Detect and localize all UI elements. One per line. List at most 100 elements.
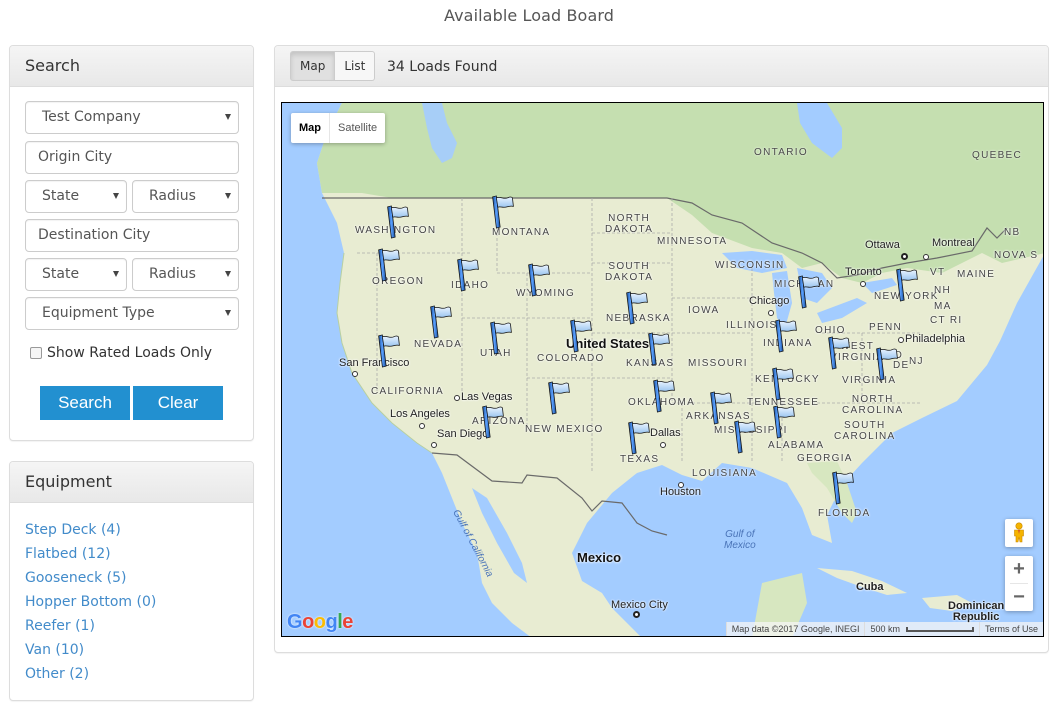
- company-select-value: Test Company: [42, 109, 141, 125]
- map-label-georgia: GEORGIA: [797, 453, 853, 464]
- equipment-link-van[interactable]: Van (10): [25, 638, 156, 662]
- list-view-button[interactable]: List: [335, 51, 376, 81]
- chevron-down-icon: [225, 114, 231, 120]
- load-marker-flag-icon[interactable]: [490, 195, 516, 229]
- load-marker-flag-icon[interactable]: [732, 420, 758, 454]
- origin-state-select[interactable]: State: [25, 180, 127, 213]
- map-label-new-mexico: NEW MEXICO: [525, 424, 604, 435]
- zoom-control: + −: [1005, 556, 1033, 611]
- city-marker-philadelphia: [898, 337, 904, 343]
- load-marker-flag-icon[interactable]: [376, 334, 402, 368]
- equipment-link-hopper-bottom[interactable]: Hopper Bottom (0): [25, 590, 156, 614]
- map-label-nevada: NEVADA: [414, 339, 463, 350]
- load-marker-flag-icon[interactable]: [455, 258, 481, 292]
- map-type-control: Map Satellite: [291, 113, 386, 143]
- equipment-link-gooseneck[interactable]: Gooseneck (5): [25, 566, 156, 590]
- view-toggle: Map List: [290, 51, 376, 81]
- map-label-chicago: Chicago: [749, 295, 790, 307]
- load-marker-flag-icon[interactable]: [646, 332, 672, 366]
- map-type-map-button[interactable]: Map: [291, 113, 330, 143]
- destination-city-input[interactable]: Destination City: [25, 219, 239, 252]
- equipment-link-flatbed[interactable]: Flatbed (12): [25, 542, 156, 566]
- map-label-ohio: OHIO: [815, 325, 846, 336]
- map-label-ontario: ONTARIO: [754, 147, 808, 158]
- load-marker-flag-icon[interactable]: [428, 305, 454, 339]
- city-marker-chicago: [768, 310, 774, 316]
- map-label-ct-ri: CT RI: [930, 315, 963, 326]
- load-marker-flag-icon[interactable]: [546, 381, 572, 415]
- load-marker-flag-icon[interactable]: [826, 336, 852, 370]
- search-button[interactable]: Search: [40, 386, 130, 420]
- capital-marker-ottawa: [901, 253, 908, 260]
- map-label-los-angeles: Los Angeles: [390, 408, 450, 420]
- destination-city-placeholder: Destination City: [38, 227, 151, 243]
- map-label-iowa: IOWA: [688, 305, 720, 316]
- google-logo: Google: [287, 611, 353, 633]
- map-label-montreal: Montreal: [932, 237, 975, 249]
- equipment-link-reefer[interactable]: Reefer (1): [25, 614, 156, 638]
- equipment-panel: Equipment Step Deck (4) Flatbed (12) Goo…: [9, 461, 254, 701]
- map-label-philadelphia: Philadelphia: [905, 333, 965, 345]
- map-canvas[interactable]: ONTARIO QUEBEC WASHINGTON MONTANA NORTH D…: [281, 102, 1044, 637]
- map-label-minnesota: MINNESOTA: [657, 236, 728, 247]
- load-marker-flag-icon[interactable]: [651, 379, 677, 413]
- company-select[interactable]: Test Company: [25, 101, 239, 134]
- load-marker-flag-icon[interactable]: [568, 319, 594, 353]
- map-label-quebec: QUEBEC: [972, 150, 1023, 161]
- street-view-button[interactable]: [1005, 519, 1033, 547]
- zoom-out-button[interactable]: −: [1005, 584, 1033, 611]
- loads-found-count: 34 Loads Found: [387, 59, 498, 75]
- terms-of-use-link[interactable]: Terms of Use: [978, 622, 1043, 636]
- map-label-cuba: Cuba: [856, 581, 884, 593]
- map-label-las-vegas: Las Vegas: [461, 391, 513, 403]
- map-label-north-carolina: NORTH CAROLINA: [842, 394, 904, 416]
- city-marker-los-angeles: [419, 423, 425, 429]
- chevron-down-icon: [225, 193, 231, 199]
- equipment-link-step-deck[interactable]: Step Deck (4): [25, 518, 156, 542]
- load-marker-flag-icon[interactable]: [770, 367, 796, 401]
- origin-radius-select[interactable]: Radius: [132, 180, 239, 213]
- load-marker-flag-icon[interactable]: [773, 319, 799, 353]
- map-label-california: CALIFORNIA: [371, 386, 445, 397]
- city-marker-houston: [678, 482, 684, 488]
- destination-radius-value: Radius: [149, 266, 196, 282]
- equipment-link-other[interactable]: Other (2): [25, 662, 156, 686]
- map-scale[interactable]: 500 km: [864, 622, 979, 636]
- load-marker-flag-icon[interactable]: [894, 268, 920, 302]
- map-label-toronto: Toronto: [845, 266, 882, 278]
- clear-button[interactable]: Clear: [133, 386, 223, 420]
- destination-state-select[interactable]: State: [25, 258, 127, 291]
- map-label-florida: FLORIDA: [818, 508, 871, 519]
- destination-radius-select[interactable]: Radius: [132, 258, 239, 291]
- load-marker-flag-icon[interactable]: [488, 321, 514, 355]
- map-data-attribution: Map data ©2017 Google, INEGI: [725, 622, 865, 636]
- city-marker-toronto: [860, 281, 866, 287]
- map-label-north-dakota: NORTH DAKOTA: [605, 213, 654, 235]
- rated-loads-checkbox[interactable]: [30, 347, 42, 359]
- map-view-button[interactable]: Map: [290, 51, 336, 81]
- zoom-in-button[interactable]: +: [1005, 556, 1033, 583]
- search-heading: Search: [10, 46, 253, 87]
- results-panel: Map List 34 Loads Found ONTARIO QUEBEC W…: [274, 45, 1049, 653]
- map-label-nh: NH: [934, 285, 952, 296]
- rated-loads-label[interactable]: Show Rated Loads Only: [47, 345, 212, 361]
- load-marker-flag-icon[interactable]: [771, 405, 797, 439]
- equipment-type-select[interactable]: Equipment Type: [25, 297, 239, 330]
- city-marker-dallas: [660, 442, 666, 448]
- load-marker-flag-icon[interactable]: [874, 347, 900, 381]
- load-marker-flag-icon[interactable]: [526, 263, 552, 297]
- load-marker-flag-icon[interactable]: [624, 291, 650, 325]
- load-marker-flag-icon[interactable]: [480, 405, 506, 439]
- load-marker-flag-icon[interactable]: [796, 275, 822, 309]
- map-type-satellite-button[interactable]: Satellite: [330, 113, 385, 143]
- load-marker-flag-icon[interactable]: [376, 248, 402, 282]
- load-marker-flag-icon[interactable]: [385, 205, 411, 239]
- load-marker-flag-icon[interactable]: [626, 421, 652, 455]
- search-panel: Search Test Company Origin City State Ra…: [9, 45, 254, 441]
- map-label-ottawa: Ottawa: [865, 239, 900, 251]
- map-label-illinois: ILLINOIS: [726, 320, 778, 331]
- origin-city-input[interactable]: Origin City: [25, 141, 239, 174]
- city-marker-san-francisco: [352, 371, 358, 377]
- load-marker-flag-icon[interactable]: [708, 391, 734, 425]
- load-marker-flag-icon[interactable]: [830, 471, 856, 505]
